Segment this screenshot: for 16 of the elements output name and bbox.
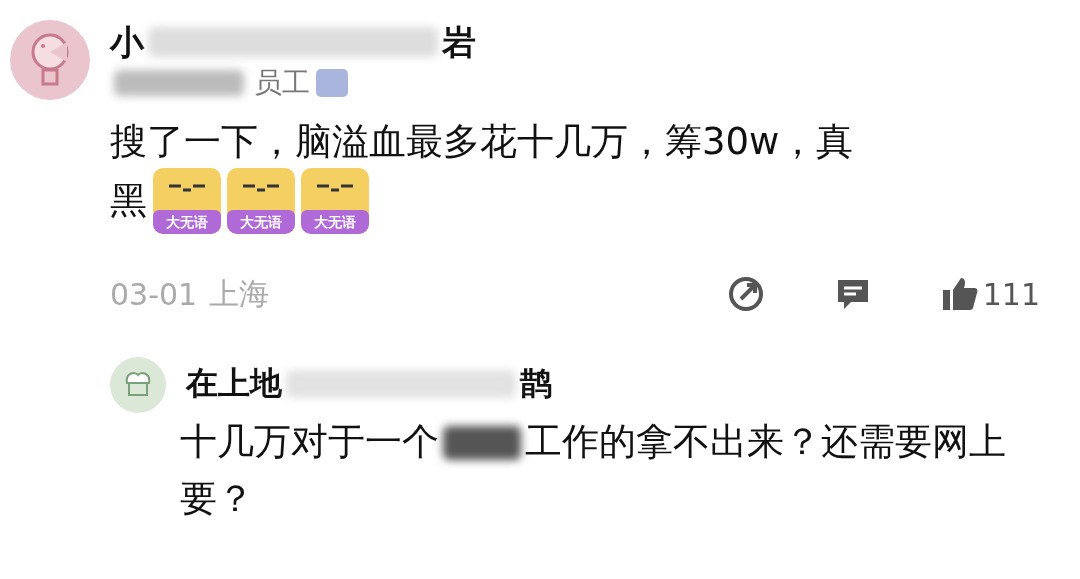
reply-author-name: 鹊 [520, 363, 552, 404]
sticker-label: 大无语 [227, 210, 295, 234]
sticker-label: 大无语 [301, 210, 369, 234]
author-name: 岩 [442, 21, 476, 64]
like-count: 111 [982, 277, 1040, 312]
author-title: 员工 [254, 65, 310, 102]
reply-text: 十几万对于一个 工作的拿不出来？还需要网上要？ [179, 419, 1007, 523]
sticker-label: 大无语 [153, 210, 221, 234]
comment-text: 黑 [110, 178, 147, 225]
comment-text: 搜了一下，脑溢血最多花十几万，筹30w，真 [110, 119, 854, 166]
reply-author-name: 在上地 [186, 363, 282, 404]
author-name: 小 [110, 21, 144, 64]
comment-location: 上海 [209, 275, 270, 313]
thumbs-up-icon[interactable] [940, 276, 979, 313]
share-icon[interactable] [726, 275, 765, 314]
comment-date: 03-01 [110, 277, 198, 312]
